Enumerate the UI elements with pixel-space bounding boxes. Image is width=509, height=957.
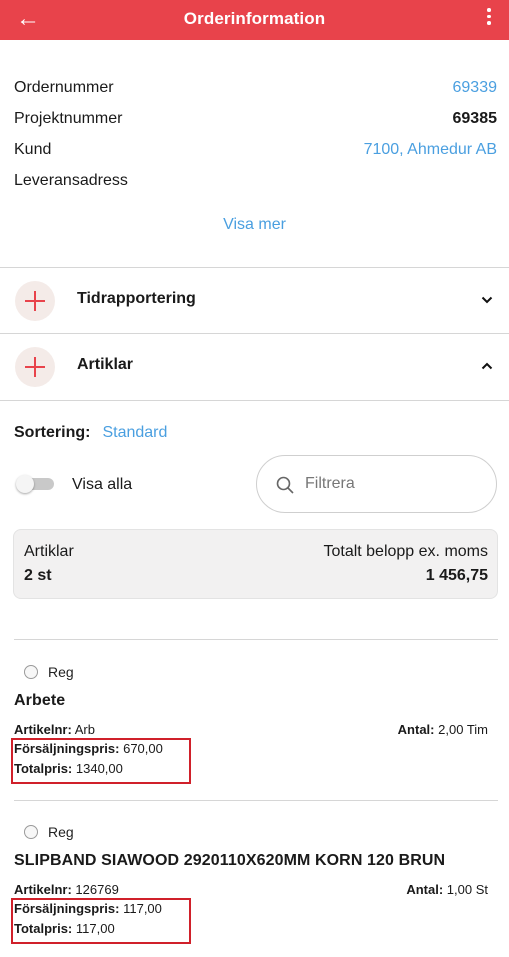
total-amount-label: Totalt belopp ex. moms xyxy=(323,543,488,560)
customer-label: Kund xyxy=(14,141,52,158)
article-number: Artikelnr: 126769 xyxy=(14,882,119,897)
highlight-box xyxy=(11,738,191,784)
plus-icon[interactable] xyxy=(15,281,55,321)
item-name: SLIPBAND SIAWOOD 2920110X620MM KORN 120 … xyxy=(14,852,446,869)
app-bar: ← Orderinformation xyxy=(0,0,509,40)
delivery-address-label: Leveransadress xyxy=(14,172,128,189)
show-more-link[interactable]: Visa mer xyxy=(223,216,286,233)
sorting-label: Sortering: xyxy=(14,424,91,441)
articles-count-label: Artiklar xyxy=(24,543,74,560)
filter-placeholder: Filtrera xyxy=(305,475,355,492)
articles-count-value: 2 st xyxy=(24,567,52,584)
show-all-toggle[interactable] xyxy=(16,475,56,493)
divider xyxy=(0,400,509,401)
delivery-address-row: Leveransadress xyxy=(14,169,497,193)
filter-input[interactable]: Filtrera xyxy=(256,455,497,513)
article-number: Artikelnr: Arb xyxy=(14,722,95,737)
customer-link[interactable]: 7100, Ahmedur AB xyxy=(364,138,497,162)
radio-button[interactable] xyxy=(24,665,38,679)
section-time-reporting[interactable]: Tidrapportering xyxy=(0,268,509,334)
section-time-reporting-label: Tidrapportering xyxy=(77,290,196,307)
project-number-label: Projektnummer xyxy=(14,110,123,127)
search-icon xyxy=(276,476,294,494)
order-number-label: Ordernummer xyxy=(14,79,114,96)
order-number-link[interactable]: 69339 xyxy=(453,76,498,100)
project-number-row: Projektnummer 69385 xyxy=(14,107,497,131)
summary-card: Artiklar 2 st Totalt belopp ex. moms 1 4… xyxy=(13,529,498,599)
customer-row: Kund 7100, Ahmedur AB xyxy=(14,138,497,162)
plus-icon[interactable] xyxy=(15,347,55,387)
chevron-down-icon[interactable] xyxy=(481,294,493,306)
highlight-box xyxy=(11,898,191,944)
sorting-row: Sortering: Standard xyxy=(14,424,167,442)
page-title: Orderinformation xyxy=(183,9,326,28)
chevron-up-icon[interactable] xyxy=(481,360,493,372)
show-more-container: Visa mer xyxy=(0,216,509,234)
quantity: Antal: 2,00 Tim xyxy=(397,722,488,737)
quantity: Antal: 1,00 St xyxy=(406,882,488,897)
toggle-knob xyxy=(16,475,34,493)
radio-button[interactable] xyxy=(24,825,38,839)
section-articles-label: Artiklar xyxy=(77,356,134,373)
order-number-row: Ordernummer 69339 xyxy=(14,76,497,100)
total-amount-value: 1 456,75 xyxy=(425,567,488,584)
divider xyxy=(14,800,498,801)
sorting-value-link[interactable]: Standard xyxy=(102,424,167,441)
reg-label: Reg xyxy=(48,664,74,680)
project-number-value: 69385 xyxy=(452,110,498,127)
section-articles[interactable]: Artiklar xyxy=(0,334,509,400)
item-name: Arbete xyxy=(14,692,66,709)
divider xyxy=(14,639,498,640)
more-vertical-icon[interactable] xyxy=(483,5,495,33)
reg-label: Reg xyxy=(48,824,74,840)
show-all-label: Visa alla xyxy=(72,476,133,493)
